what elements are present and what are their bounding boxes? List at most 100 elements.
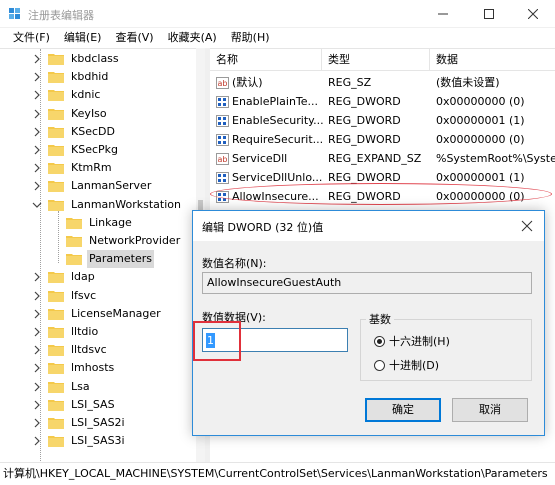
tree-item-lfsvc[interactable]: lfsvc	[32, 287, 98, 305]
menu-edit[interactable]: 编辑(E)	[57, 28, 109, 48]
tree-item-parameters[interactable]: Parameters	[66, 250, 154, 269]
minimize-button[interactable]	[420, 0, 465, 28]
folder-icon	[48, 108, 64, 120]
value-data-input[interactable]: 1	[202, 328, 348, 352]
tree-item-lanmanserver[interactable]: LanmanServer	[32, 177, 153, 195]
value-row[interactable]: RequireSecurit... REG_DWORD 0x00000000 (0)	[210, 130, 555, 149]
menu-help[interactable]: 帮助(H)	[224, 28, 277, 48]
radio-hex-indicator	[374, 335, 385, 347]
cancel-button[interactable]: 取消	[452, 398, 528, 422]
value-name-cell: EnableSecurity...	[216, 111, 326, 130]
tree-item-label: LanmanServer	[71, 179, 152, 193]
value-row[interactable]: AllowInsecure... REG_DWORD 0x00000000 (0)	[210, 187, 555, 206]
column-name[interactable]: 名称	[210, 49, 322, 71]
tree-item-lsi-sas[interactable]: LSI_SAS	[32, 396, 117, 414]
column-data[interactable]: 数据	[430, 49, 555, 71]
value-row[interactable]: ab ServiceDll REG_EXPAND_SZ %SystemRoot%\Sy…	[210, 149, 555, 168]
folder-icon	[48, 181, 64, 193]
tree-item-lsi-sas3i[interactable]: LSI_SAS3i	[32, 432, 127, 450]
tree-item-ksecpkg[interactable]: KSecPkg	[32, 141, 120, 159]
value-type-cell: REG_DWORD	[328, 114, 401, 127]
tree-item-kbdhid[interactable]: kbdhid	[32, 68, 110, 86]
tree-item-licensemanager[interactable]: LicenseManager	[32, 305, 163, 323]
binary-value-icon	[216, 171, 229, 184]
tree-item-label: lfsvc	[71, 288, 97, 302]
registry-tree[interactable]: kbdclass kbdhid kdnic KeyIso KSecDD KSecPkg Kt…	[0, 48, 205, 462]
chevron-right-icon[interactable]	[32, 363, 42, 373]
tree-item-lsi-sas2i[interactable]: LSI_SAS2i	[32, 414, 127, 432]
chevron-right-icon[interactable]	[32, 90, 42, 100]
value-name-cell: RequireSecurit...	[216, 130, 326, 149]
tree-item-kdnic[interactable]: kdnic	[32, 86, 102, 104]
menu-favorites[interactable]: 收藏夹(A)	[161, 28, 224, 48]
chevron-right-icon[interactable]	[32, 291, 42, 301]
tree-item-lsa[interactable]: Lsa	[32, 378, 92, 396]
chevron-right-icon[interactable]	[32, 163, 42, 173]
svg-text:ab: ab	[218, 155, 228, 164]
tree-item-label: NetworkProvider	[89, 234, 181, 247]
value-name-text: RequireSecurit...	[232, 133, 324, 146]
value-row[interactable]: EnablePlainTe... REG_DWORD 0x00000000 (0)	[210, 92, 555, 111]
chevron-down-icon[interactable]	[32, 200, 42, 210]
menu-view[interactable]: 查看(V)	[108, 28, 160, 48]
tree-item-label: KtmRm	[71, 161, 112, 175]
tree-item-ktmrm[interactable]: KtmRm	[32, 159, 114, 177]
title-bar: 注册表编辑器	[0, 0, 555, 28]
chevron-right-icon[interactable]	[32, 400, 42, 410]
binary-value-icon	[216, 95, 229, 108]
folder-icon	[48, 54, 64, 65]
chevron-right-icon[interactable]	[32, 382, 42, 392]
radio-dec-indicator	[374, 359, 385, 371]
chevron-right-icon[interactable]	[32, 309, 42, 319]
tree-item-lanmanworkstation[interactable]: LanmanWorkstation	[32, 196, 183, 214]
edit-dword-dialog: 编辑 DWORD (32 位)值 数值名称(N): AllowInsecureG…	[192, 210, 545, 436]
chevron-right-icon[interactable]	[32, 72, 42, 82]
tree-item-label: lltdio	[71, 325, 99, 338]
value-row[interactable]: ab (默认) REG_SZ (数值未设置)	[210, 73, 555, 92]
chevron-right-icon[interactable]	[32, 272, 42, 282]
tree-item-label: Lsa	[71, 379, 90, 393]
minimize-icon	[437, 13, 448, 15]
chevron-right-icon[interactable]	[32, 436, 42, 446]
registry-editor-icon	[9, 8, 20, 19]
chevron-right-icon[interactable]	[32, 181, 42, 191]
dialog-close-icon[interactable]	[520, 219, 534, 233]
chevron-right-icon[interactable]	[32, 327, 42, 337]
tree-item-lmhosts[interactable]: lmhosts	[32, 359, 116, 377]
chevron-right-icon[interactable]	[32, 54, 42, 64]
tree-item-label: Parameters	[87, 250, 154, 269]
value-row[interactable]: EnableSecurity... REG_DWORD 0x00000001 (1)	[210, 111, 555, 130]
tree-item-label: KSecPkg	[71, 143, 118, 156]
folder-icon	[48, 90, 64, 102]
close-button[interactable]	[510, 0, 555, 28]
chevron-right-icon[interactable]	[32, 145, 42, 155]
folder-icon	[48, 381, 64, 393]
value-name-field: AllowInsecureGuestAuth	[202, 272, 532, 294]
tree-item-lltdsvc[interactable]: lltdsvc	[32, 341, 109, 359]
tree-item-linkage[interactable]: Linkage	[66, 214, 134, 232]
tree-item-label: lmhosts	[71, 361, 115, 375]
tree-item-ksecdd[interactable]: KSecDD	[32, 123, 117, 141]
value-name-text: ServiceDllUnlo...	[232, 171, 323, 184]
chevron-right-icon[interactable]	[32, 127, 42, 137]
ok-button[interactable]: 确定	[365, 398, 441, 422]
tree-item-label: lltdsvc	[71, 343, 107, 357]
chevron-right-icon[interactable]	[32, 345, 42, 355]
menu-file[interactable]: 文件(F)	[6, 28, 57, 48]
chevron-right-icon[interactable]	[32, 418, 42, 428]
tree-item-lltdio[interactable]: lltdio	[32, 323, 100, 341]
folder-icon	[66, 217, 82, 229]
tree-item-keyiso[interactable]: KeyIso	[32, 105, 109, 123]
maximize-button[interactable]	[466, 0, 511, 28]
value-name-text: EnablePlainTe...	[232, 95, 319, 108]
tree-item-ldap[interactable]: ldap	[32, 268, 97, 286]
tree-item-kbdclass[interactable]: kbdclass	[32, 50, 121, 68]
column-type[interactable]: 类型	[322, 49, 430, 71]
chevron-right-icon[interactable]	[32, 109, 42, 119]
tree-item-networkprovider[interactable]: NetworkProvider	[66, 232, 182, 250]
value-type-cell: REG_SZ	[328, 76, 372, 89]
radio-hex[interactable]: 十六进制(H)	[374, 333, 450, 349]
radio-dec[interactable]: 十进制(D)	[374, 357, 439, 373]
value-row[interactable]: ServiceDllUnlo... REG_DWORD 0x00000001 (1)	[210, 168, 555, 187]
status-bar-path: 计算机\HKEY_LOCAL_MACHINE\SYSTEM\CurrentCon…	[0, 462, 555, 485]
